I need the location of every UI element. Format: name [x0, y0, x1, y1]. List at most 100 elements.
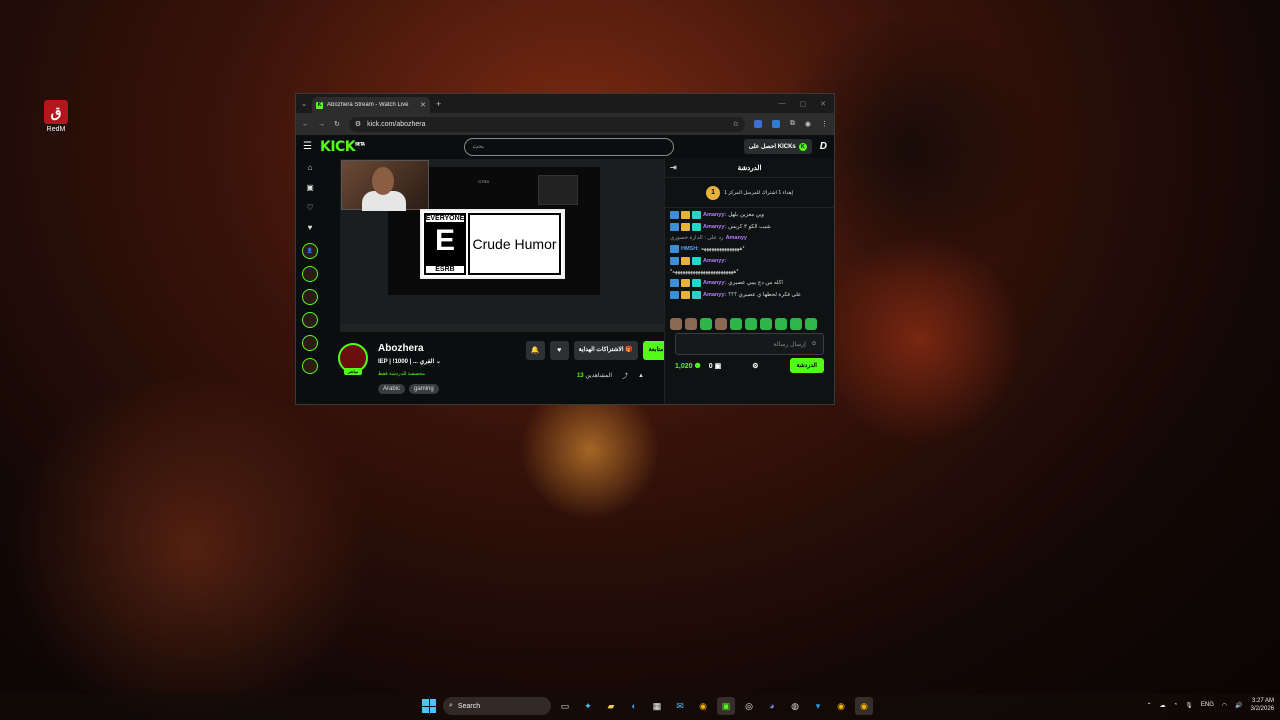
emote-icon[interactable]	[730, 318, 742, 330]
profile-icon[interactable]: ◉	[805, 120, 811, 128]
edge-icon[interactable]: ◐	[625, 697, 643, 715]
close-window-icon[interactable]: ✕	[820, 100, 826, 108]
emoji-icon[interactable]: ☺	[811, 341, 817, 347]
chat-username[interactable]: Amanyy:	[703, 224, 726, 230]
tab-bar: ⌄ K Abozhera Stream - Watch Live ✕ + — ▢…	[296, 94, 834, 113]
kick-app-icon[interactable]: ▣	[717, 697, 735, 715]
extension-icon[interactable]	[753, 120, 762, 128]
chat-username[interactable]: Amanyy:	[703, 258, 726, 264]
streamer-name[interactable]: Abozhera	[378, 343, 424, 354]
sidebar-channel-avatar[interactable]	[302, 335, 318, 351]
notification-bell-button[interactable]: 🔔	[525, 341, 545, 360]
live-badge: مباشر	[344, 368, 362, 375]
emote-icon[interactable]	[745, 318, 757, 330]
emote-icon[interactable]	[805, 318, 817, 330]
app-icon[interactable]: ▾	[809, 697, 827, 715]
search-input[interactable]: بحث	[464, 137, 675, 156]
emote-icon[interactable]	[775, 318, 787, 330]
favorite-heart-button[interactable]: ♥	[549, 341, 569, 360]
file-explorer-icon[interactable]: ▰	[602, 697, 620, 715]
channel-points[interactable]: 1,020 ⚉	[675, 362, 701, 370]
new-tab-button[interactable]: +	[436, 99, 441, 109]
url-field[interactable]: ⚙ kick.com/abozhera ☆	[348, 116, 745, 132]
video-player[interactable]: GTRD EVERYONE E ESRB Crude Humor	[340, 159, 664, 332]
close-tab-icon[interactable]: ✕	[420, 101, 426, 109]
discord-icon[interactable]: ◕	[763, 697, 781, 715]
desktop-icon-redm[interactable]: ق RedM	[40, 100, 72, 133]
taskbar-search[interactable]: ⌕ Search	[443, 697, 551, 715]
tag-arabic[interactable]: Arabic	[378, 384, 406, 394]
volume-icon[interactable]: 🔊	[1235, 702, 1242, 709]
sidebar-channel-avatar[interactable]	[302, 312, 318, 328]
chat-text: *ههههههههههههههههههههههههه*	[670, 269, 739, 275]
tag-gaming[interactable]: gaming	[409, 384, 439, 394]
esrb-top: EVERYONE	[425, 215, 465, 222]
chat-username[interactable]: Amanyy:	[703, 280, 726, 286]
chrome-active-icon[interactable]: ◉	[855, 697, 873, 715]
points-value: 1,020	[675, 362, 693, 370]
chat-send-button[interactable]: الدردشة	[789, 358, 824, 373]
emote-icon[interactable]	[790, 318, 802, 330]
share-icon[interactable]: ⤴	[622, 371, 628, 380]
sidebar-channel-avatar[interactable]	[302, 266, 318, 282]
clock[interactable]: 3:27 AM 3/2/2026	[1251, 697, 1274, 713]
sidebar-channel-avatar[interactable]	[302, 289, 318, 305]
reload-icon[interactable]: ↻	[334, 120, 340, 128]
chevron-down-icon[interactable]: ⌄	[436, 359, 441, 365]
copilot-icon[interactable]: ✦	[579, 697, 597, 715]
emote-icon[interactable]	[685, 318, 697, 330]
chat-message-input[interactable]: إرسال رسالة ☺	[675, 333, 824, 355]
tab-search-icon[interactable]: ⌄	[296, 100, 312, 108]
extensions-puzzle-icon[interactable]: ⧉	[790, 120, 795, 128]
collapse-chat-icon[interactable]: ⇥	[670, 163, 677, 172]
chat-username[interactable]: Amanyy:	[703, 292, 726, 298]
emote-icon[interactable]	[715, 318, 727, 330]
chat-settings-gear-icon[interactable]: ⚙	[752, 362, 758, 370]
store-icon[interactable]: ▦	[648, 697, 666, 715]
back-icon[interactable]: ←	[302, 121, 309, 128]
chat-username[interactable]: HMSH:	[681, 246, 699, 252]
microphone-icon[interactable]: 🎙	[1185, 702, 1193, 709]
hamburger-menu-icon[interactable]: ☰	[303, 141, 312, 152]
bookmark-star-icon[interactable]: ☆	[733, 120, 739, 128]
steam-icon[interactable]: ◍	[786, 697, 804, 715]
chat-text: هههههههههههههههه*	[701, 246, 745, 252]
user-avatar[interactable]: D	[820, 141, 827, 152]
wifi-icon[interactable]: ◠	[1222, 702, 1227, 709]
sidebar-channel-avatar[interactable]: 👤	[302, 243, 318, 259]
chat-username[interactable]: Amanyy:	[703, 212, 726, 218]
followed-heart-icon[interactable]: ♥	[308, 223, 313, 236]
onedrive-icon[interactable]: ☁	[1160, 702, 1166, 709]
emote-icon[interactable]	[670, 318, 682, 330]
chrome-icon[interactable]: ◉	[694, 697, 712, 715]
tab-kick-stream[interactable]: K Abozhera Stream - Watch Live ✕	[312, 97, 430, 113]
kicks-balance[interactable]: 0 ▣	[709, 362, 721, 370]
minimize-icon[interactable]: —	[779, 100, 786, 108]
home-icon[interactable]: ⌂	[308, 163, 313, 176]
github-icon[interactable]: ◎	[740, 697, 758, 715]
maximize-icon[interactable]: ▢	[800, 100, 807, 108]
esrb-descriptor: Crude Humor	[468, 213, 561, 275]
chat-username[interactable]: Amanyy	[726, 235, 747, 241]
start-windows-icon[interactable]	[420, 697, 438, 715]
sidebar-channel-avatar[interactable]	[302, 358, 318, 374]
mail-icon[interactable]: ✉	[671, 697, 689, 715]
kick-logo[interactable]: KICKBETA	[320, 139, 365, 155]
browser-menu-icon[interactable]: ⋮	[821, 120, 828, 128]
following-heart-icon[interactable]: ♡	[306, 203, 313, 216]
task-view-icon[interactable]: ▭	[556, 697, 574, 715]
emote-icon[interactable]	[700, 318, 712, 330]
network-icon[interactable]: ◔	[1174, 702, 1178, 708]
forward-icon[interactable]: →	[318, 121, 325, 128]
site-info-icon[interactable]: ⚙	[355, 120, 361, 128]
stream-category[interactable]: مخصصة للدردشة فقط	[378, 371, 425, 377]
get-kicks-button[interactable]: احصل على KICKs K	[743, 139, 812, 154]
browse-icon[interactable]: ▣	[306, 183, 314, 196]
report-warning-icon[interactable]: ▲	[638, 373, 644, 379]
extension-icon[interactable]	[771, 120, 780, 128]
language-indicator[interactable]: ENG	[1201, 702, 1214, 708]
chrome-icon[interactable]: ◉	[832, 697, 850, 715]
chevron-up-icon[interactable]: ⌃	[1147, 702, 1152, 709]
gift-subs-button[interactable]: الاشتراكات الهداية 🎁	[573, 341, 638, 360]
emote-icon[interactable]	[760, 318, 772, 330]
